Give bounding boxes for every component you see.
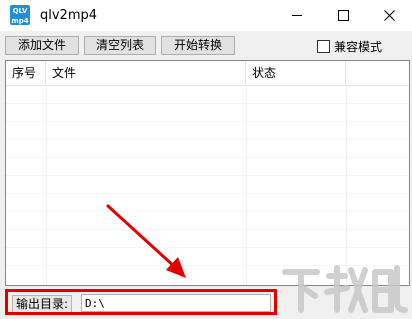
watermark-logo: [282, 265, 408, 313]
